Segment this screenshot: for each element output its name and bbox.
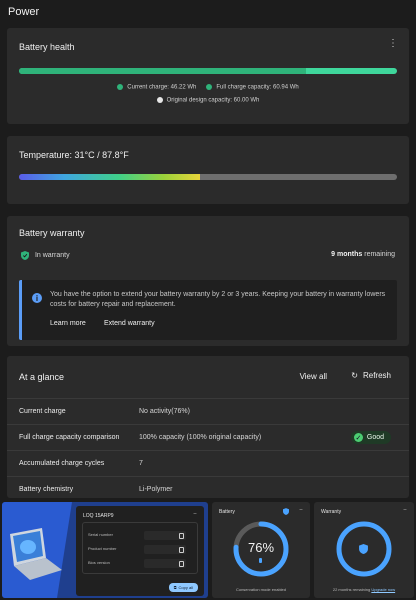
warranty-remaining: 9 months remaining (331, 251, 395, 258)
device-info-panel: LOQ 15ARP9 ··· Serial number Product num… (76, 506, 204, 596)
plug-icon (259, 558, 262, 563)
device-model: LOQ 15ARP9 (83, 513, 114, 519)
more-options-icon[interactable]: ··· (299, 507, 303, 513)
upgrade-now-link[interactable]: Upgrade now (371, 587, 395, 592)
learn-more-link[interactable]: Learn more (50, 320, 86, 327)
bios-version-row: Bios version (86, 558, 194, 570)
warranty-widget-caption: 22 months remaining Upgrade now (332, 587, 396, 592)
shield-icon (283, 508, 289, 515)
battery-widget-title: Battery (219, 509, 235, 515)
table-row: Battery chemistry Li-Polymer (7, 476, 409, 502)
legend-full-capacity: Full charge capacity: 60.94 Wh (206, 84, 299, 91)
battery-percent: 76% (247, 540, 275, 555)
info-icon: i (32, 293, 42, 303)
shield-icon (359, 544, 368, 554)
warranty-widget-title: Warranty (321, 509, 342, 515)
battery-widget: Battery ··· 76% Conservation mode enable… (212, 502, 310, 598)
table-row: Full charge capacity comparison 100% cap… (7, 424, 409, 450)
at-a-glance-title: At a glance (19, 372, 65, 382)
warranty-status-text: In warranty (34, 252, 70, 260)
more-options-icon[interactable]: ··· (403, 507, 407, 513)
device-widget: LOQ 15ARP9 ··· Serial number Product num… (2, 502, 208, 598)
legend-design-capacity: Original design capacity: 60.00 Wh (156, 97, 259, 104)
shield-check-icon (21, 251, 29, 260)
product-number-row: Product number (86, 544, 194, 556)
battery-health-title: Battery health (19, 42, 75, 52)
warranty-status: In warranty (21, 251, 70, 260)
warranty-info-box: i You have the option to extend your bat… (19, 280, 397, 340)
battery-health-legend-2: Original design capacity: 60.00 Wh (7, 97, 409, 104)
table-row: Accumulated charge cycles 7 (7, 450, 409, 476)
warranty-title: Battery warranty (19, 228, 85, 238)
copy-icon[interactable] (179, 561, 184, 567)
refresh-icon: ↻ (351, 371, 358, 380)
temperature-value: 31°C / 87.8°F (74, 150, 129, 160)
table-row: Current charge No activity(76%) (7, 398, 409, 424)
legend-current-charge: Current charge: 46.22 Wh (117, 84, 196, 91)
refresh-button[interactable]: ↻ Refresh (351, 371, 391, 380)
temperature-bar (19, 174, 397, 180)
battery-health-legend: Current charge: 46.22 Wh Full charge cap… (7, 84, 409, 91)
serial-number-row: Serial number (86, 530, 194, 542)
temperature-bar-fill (19, 174, 201, 180)
status-badge: ✓ Good (350, 431, 391, 444)
copy-icon: ⧉ (173, 585, 177, 590)
temperature-card: Temperature: 31°C / 87.8°F (7, 136, 409, 204)
temperature-label: Temperature: 31°C / 87.8°F (19, 150, 129, 160)
more-options-icon[interactable]: ··· (193, 511, 197, 517)
battery-warranty-card: Battery warranty In warranty 9 months re… (7, 216, 409, 346)
check-icon: ✓ (353, 433, 363, 442)
conservation-mode-caption: Conservation mode enabled (235, 587, 287, 592)
warranty-widget: Warranty ··· 22 months remaining Upgrade… (314, 502, 414, 598)
battery-health-card: Battery health ⋮ Current charge: 46.22 W… (7, 28, 409, 124)
more-options-icon[interactable]: ⋮ (388, 38, 398, 49)
extend-warranty-link[interactable]: Extend warranty (104, 320, 155, 327)
at-a-glance-card: At a glance View all ↻ Refresh Current ch… (7, 356, 409, 498)
copy-icon[interactable] (179, 547, 184, 553)
copy-all-button[interactable]: ⧉ Copy all (168, 583, 198, 592)
copy-icon[interactable] (179, 533, 184, 539)
view-all-button[interactable]: View all (300, 372, 327, 381)
warranty-info-text: You have the option to extend your batte… (50, 291, 386, 308)
page-title: Power (8, 6, 40, 18)
battery-health-bar-fill (19, 68, 307, 74)
battery-health-bar (19, 68, 397, 74)
